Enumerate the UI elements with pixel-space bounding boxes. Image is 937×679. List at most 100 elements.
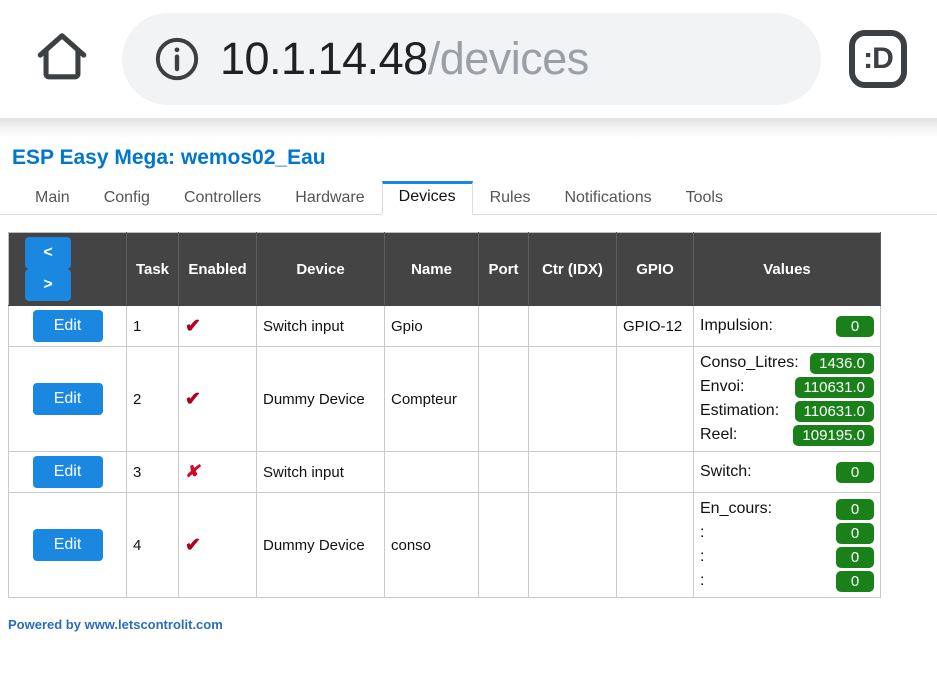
- tab-config[interactable]: Config: [87, 182, 167, 215]
- site-info-icon[interactable]: [152, 34, 202, 84]
- page-title: ESP Easy Mega: wemos02_Eau: [12, 146, 326, 169]
- tab-devices[interactable]: Devices: [381, 181, 473, 215]
- profile-button[interactable]: :D: [845, 26, 911, 92]
- home-button[interactable]: [26, 23, 98, 95]
- cell-enabled: ✔: [178, 492, 257, 598]
- main-nav-tabs: Main Config Controllers Hardware Devices Rule…: [0, 181, 937, 215]
- value-label: Envoi:: [700, 378, 745, 395]
- tab-label: Devices: [398, 188, 456, 205]
- value-label: Conso_Litres:: [700, 354, 799, 371]
- next-page-button[interactable]: >: [25, 269, 71, 301]
- value-label: :: [700, 548, 705, 565]
- cell-values: Impulsion: 0: [693, 305, 881, 347]
- cell-task: 3: [126, 451, 179, 493]
- table-row: Edit 2 ✔ Dummy Device Compteur Conso_Litres: 1…: [8, 346, 881, 452]
- tab-label: Tools: [685, 189, 723, 206]
- home-icon: [33, 28, 91, 91]
- cell-enabled: ✘: [178, 451, 257, 493]
- value-badge: 0: [836, 315, 874, 337]
- cell-gpio: [616, 451, 694, 493]
- value-row: Conso_Litres: 1436.0: [700, 351, 874, 375]
- header-enabled: Enabled: [178, 232, 257, 306]
- cell-device: Switch input: [256, 305, 385, 347]
- devices-table: <> Task Enabled Device Name Port Ctr (ID…: [8, 232, 881, 598]
- cell-values: Conso_Litres: 1436.0 Envoi: 110631.0 Estimat…: [693, 346, 881, 452]
- tab-hardware[interactable]: Hardware: [278, 182, 381, 215]
- cell-port: [478, 492, 529, 598]
- cell-port: [478, 451, 529, 493]
- address-bar[interactable]: 10.1.14.48/devices: [122, 13, 821, 105]
- value-badge: 0: [836, 461, 874, 483]
- value-badge: 0: [836, 522, 874, 544]
- tab-notifications[interactable]: Notifications: [547, 182, 668, 215]
- enabled-check-icon: ✔: [185, 315, 201, 337]
- value-row: Switch: 0: [700, 460, 874, 484]
- value-row: Estimation: 110631.0: [700, 399, 874, 423]
- value-label: :: [700, 524, 705, 541]
- address-bar-url: 10.1.14.48/devices: [220, 33, 589, 85]
- profile-icon: :D: [849, 30, 907, 88]
- value-row: :0: [700, 545, 874, 569]
- page-content: ESP Easy Mega: wemos02_Eau Main Config Con…: [0, 118, 937, 679]
- header-task: Task: [126, 232, 179, 306]
- header-device: Device: [256, 232, 385, 306]
- cell-name: Gpio: [384, 305, 479, 347]
- devices-table-body: Edit 1 ✔ Switch input Gpio GPIO-12 Impulsion: 0…: [8, 305, 881, 598]
- cell-port: [478, 305, 529, 347]
- browser-toolbar: 10.1.14.48/devices :D: [0, 0, 937, 118]
- url-host: 10.1.14.48: [220, 33, 428, 84]
- page-top-shadow: [0, 118, 937, 138]
- cell-device: Dummy Device: [256, 492, 385, 598]
- edit-task-button[interactable]: Edit: [32, 529, 103, 561]
- cell-name: Compteur: [384, 346, 479, 452]
- tab-label: Rules: [489, 189, 531, 206]
- header-name: Name: [384, 232, 479, 306]
- tab-rules[interactable]: Rules: [473, 182, 548, 215]
- table-row: Edit 3 ✘ Switch input Switch: 0: [8, 451, 881, 493]
- tab-main[interactable]: Main: [18, 182, 87, 215]
- value-badge: 110631.0: [794, 400, 874, 422]
- value-label: Impulsion:: [700, 317, 773, 334]
- tab-label: Notifications: [564, 189, 652, 206]
- tab-controllers[interactable]: Controllers: [167, 182, 278, 215]
- table-header-row: <> Task Enabled Device Name Port Ctr (ID…: [8, 232, 881, 306]
- value-row: Envoi: 110631.0: [700, 375, 874, 399]
- value-label: :: [700, 572, 705, 589]
- cell-name: conso: [384, 492, 479, 598]
- header-nav-buttons: <>: [8, 232, 127, 306]
- cell-gpio: [616, 346, 694, 452]
- cell-enabled: ✔: [178, 346, 257, 452]
- edit-task-button[interactable]: Edit: [32, 456, 103, 488]
- header-ctr-idx: Ctr (IDX): [528, 232, 617, 306]
- value-label: Reel:: [700, 426, 738, 443]
- cell-values: En_cours: 0:0:0:0: [693, 492, 881, 598]
- value-row: :0: [700, 521, 874, 545]
- edit-task-button[interactable]: Edit: [32, 310, 103, 342]
- edit-task-button[interactable]: Edit: [32, 383, 103, 415]
- cell-device: Dummy Device: [256, 346, 385, 452]
- header-values: Values: [693, 232, 881, 306]
- cell-edit: Edit: [8, 346, 127, 452]
- footer-credit: Powered by www.letscontrolit.com: [8, 617, 223, 632]
- cell-edit: Edit: [8, 305, 127, 347]
- cell-port: [478, 346, 529, 452]
- devices-table-container: <> Task Enabled Device Name Port Ctr (ID…: [0, 215, 937, 598]
- cell-name: [384, 451, 479, 493]
- cell-edit: Edit: [8, 451, 127, 493]
- cell-ctr: [528, 305, 617, 347]
- enabled-check-icon: ✔: [185, 388, 201, 410]
- cell-edit: Edit: [8, 492, 127, 598]
- cell-enabled: ✔: [178, 305, 257, 347]
- value-row: En_cours: 0: [700, 497, 874, 521]
- table-row: Edit 4 ✔ Dummy Device conso En_cours: 0:0:0:0: [8, 492, 881, 598]
- cell-gpio: GPIO-12: [616, 305, 694, 347]
- value-badge: 1436.0: [810, 352, 874, 374]
- value-badge: 110631.0: [794, 376, 874, 398]
- value-row: Reel: 109195.0: [700, 423, 874, 447]
- header-gpio: GPIO: [616, 232, 694, 306]
- url-path: /devices: [427, 33, 589, 84]
- tab-tools[interactable]: Tools: [669, 182, 740, 215]
- value-badge: 0: [836, 546, 874, 568]
- prev-page-button[interactable]: <: [25, 237, 71, 269]
- tab-label: Hardware: [295, 189, 365, 206]
